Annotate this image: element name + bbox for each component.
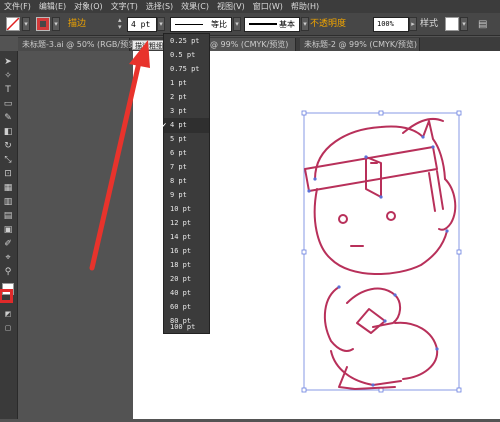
- weight-option[interactable]: 6 pt: [164, 146, 209, 161]
- menu-object[interactable]: 对象(O): [74, 1, 103, 12]
- handle-tl[interactable]: [301, 110, 307, 116]
- eyedropper-tool-icon[interactable]: ✐: [2, 239, 14, 249]
- weight-option-label: 4 pt: [170, 121, 187, 129]
- stroke-swatch-inner: [40, 21, 46, 27]
- control-bar: ▾ ▾ 描边 ▴ ▾ 4 pt ▾ 等比 ▾ 基本 ▾ 不透明度 100% ▸ 样…: [0, 13, 500, 36]
- brush-line: [249, 23, 277, 25]
- handle-ml[interactable]: [301, 249, 307, 255]
- swap-colors-icon[interactable]: ◩: [2, 309, 14, 319]
- stroke-dropdown[interactable]: ▾: [52, 17, 60, 31]
- menu-type[interactable]: 文字(T): [111, 1, 138, 12]
- weight-option[interactable]: 16 pt: [164, 244, 209, 259]
- tab-doc-3[interactable]: 未标题-3.ai @ 50% (RGB/预览): [18, 38, 139, 51]
- variable-width-profile[interactable]: 等比: [170, 17, 232, 32]
- menu-window[interactable]: 窗口(W): [253, 1, 283, 12]
- weight-option[interactable]: 12 pt: [164, 216, 209, 231]
- stroke-weight-dropdown[interactable]: ▾: [157, 17, 165, 31]
- magic-wand-icon[interactable]: ✧: [2, 71, 14, 81]
- selection-tool-icon[interactable]: ➤: [2, 57, 14, 67]
- weight-option[interactable]: 20 pt: [164, 272, 209, 287]
- eraser-tool-icon[interactable]: ◧: [2, 127, 14, 137]
- style-swatch[interactable]: [445, 17, 459, 31]
- handle-tr[interactable]: [456, 110, 462, 116]
- weight-option[interactable]: 0.25 pt: [164, 34, 209, 49]
- weight-option[interactable]: 5 pt: [164, 132, 209, 147]
- type-tool-icon[interactable]: T: [2, 85, 14, 95]
- menu-effect[interactable]: 效果(C): [181, 1, 209, 12]
- zoom-tool-icon[interactable]: ⚲: [2, 267, 14, 277]
- handle-br[interactable]: [456, 387, 462, 393]
- weight-option[interactable]: 18 pt: [164, 258, 209, 273]
- no-fill-icon: [6, 17, 20, 31]
- mesh-tool-icon[interactable]: ▤: [2, 211, 14, 221]
- tab-doc-active[interactable]: @ 99% (CMYK/预览): [206, 38, 296, 51]
- brush-label: 基本: [279, 20, 295, 29]
- rotate-tool-icon[interactable]: ↻: [2, 141, 14, 151]
- menu-view[interactable]: 视图(V): [217, 1, 245, 12]
- stroke-weight-tooltip: 描边粗细: [132, 40, 166, 50]
- checkmark-icon: ✔: [162, 121, 167, 129]
- style-dropdown[interactable]: ▾: [460, 17, 468, 31]
- style-label: 样式: [420, 19, 439, 29]
- fill-dropdown[interactable]: ▾: [22, 17, 30, 31]
- menu-bar: 文件(F) 编辑(E) 对象(O) 文字(T) 选择(S) 效果(C) 视图(V…: [0, 0, 500, 13]
- stroke-color-box[interactable]: [0, 289, 13, 303]
- slice-tool-icon[interactable]: ⌖: [2, 253, 14, 263]
- brush-dropdown[interactable]: ▾: [301, 17, 309, 31]
- tab-doc-2[interactable]: 未标题-2 @ 99% (CMYK/预览): [300, 38, 420, 51]
- menu-file[interactable]: 文件(F): [4, 1, 31, 12]
- handle-tm[interactable]: [378, 110, 384, 116]
- menu-help[interactable]: 帮助(H): [291, 1, 319, 12]
- tools-panel: ➤ ✧ T ▭ ✎ ◧ ↻ ⤡ ⊡ ▦ ▥ ▤ ▣ ✐ ⌖ ⚲ ◩ ▢: [0, 51, 18, 419]
- weight-option[interactable]: 60 pt: [164, 300, 209, 315]
- weight-option[interactable]: 8 pt: [164, 174, 209, 189]
- opacity-dropdown[interactable]: ▸: [409, 17, 417, 31]
- weight-stepper[interactable]: ▴ ▾: [118, 17, 127, 32]
- weight-option[interactable]: 14 pt: [164, 230, 209, 245]
- graph-tool-icon[interactable]: ▥: [2, 197, 14, 207]
- menu-select[interactable]: 选择(S): [146, 1, 173, 12]
- stroke-swatch[interactable]: [36, 17, 50, 31]
- handle-mr[interactable]: [456, 249, 462, 255]
- stroke-weight-input[interactable]: 4 pt: [127, 17, 157, 32]
- weight-option[interactable]: 3 pt: [164, 104, 209, 119]
- opacity-input[interactable]: 100%: [373, 17, 409, 32]
- weight-option[interactable]: 100 pt: [164, 320, 209, 334]
- stroke-label[interactable]: 描边: [68, 17, 86, 32]
- document-tabs: 未标题-3.ai @ 50% (RGB/预览) @ 99% (CMYK/预览) …: [18, 37, 500, 51]
- weight-option[interactable]: 0.75 pt: [164, 62, 209, 77]
- pencil-tool-icon[interactable]: ✎: [2, 113, 14, 123]
- rectangle-tool-icon[interactable]: ▭: [2, 99, 14, 109]
- free-transform-icon[interactable]: ⊡: [2, 169, 14, 179]
- weight-option[interactable]: 9 pt: [164, 188, 209, 203]
- profile-label: 等比: [211, 20, 227, 29]
- profile-line: [175, 24, 203, 25]
- weight-option[interactable]: 0.5 pt: [164, 48, 209, 63]
- document-setup-icon[interactable]: ▤: [478, 17, 492, 32]
- profile-dropdown[interactable]: ▾: [233, 17, 241, 31]
- weight-option[interactable]: 2 pt: [164, 90, 209, 105]
- menu-edit[interactable]: 编辑(E): [39, 1, 66, 12]
- fill-swatch[interactable]: [6, 17, 20, 31]
- weight-option[interactable]: 40 pt: [164, 286, 209, 301]
- brush-definition[interactable]: 基本: [244, 17, 300, 32]
- symbol-sprayer-icon[interactable]: ▦: [2, 183, 14, 193]
- scale-tool-icon[interactable]: ⤡: [2, 155, 14, 165]
- opacity-label[interactable]: 不透明度: [310, 17, 346, 32]
- weight-option-selected[interactable]: ✔ 4 pt: [162, 118, 209, 133]
- weight-option[interactable]: 10 pt: [164, 202, 209, 217]
- stroke-weight-menu: 0.25 pt 0.5 pt 0.75 pt 1 pt 2 pt 3 pt ✔ 4…: [162, 33, 210, 334]
- weight-option[interactable]: 7 pt: [164, 160, 209, 175]
- weight-option[interactable]: 1 pt: [164, 76, 209, 91]
- handle-bl[interactable]: [301, 387, 307, 393]
- gradient-tool-icon[interactable]: ▣: [2, 225, 14, 235]
- screen-mode-icon[interactable]: ▢: [2, 323, 14, 333]
